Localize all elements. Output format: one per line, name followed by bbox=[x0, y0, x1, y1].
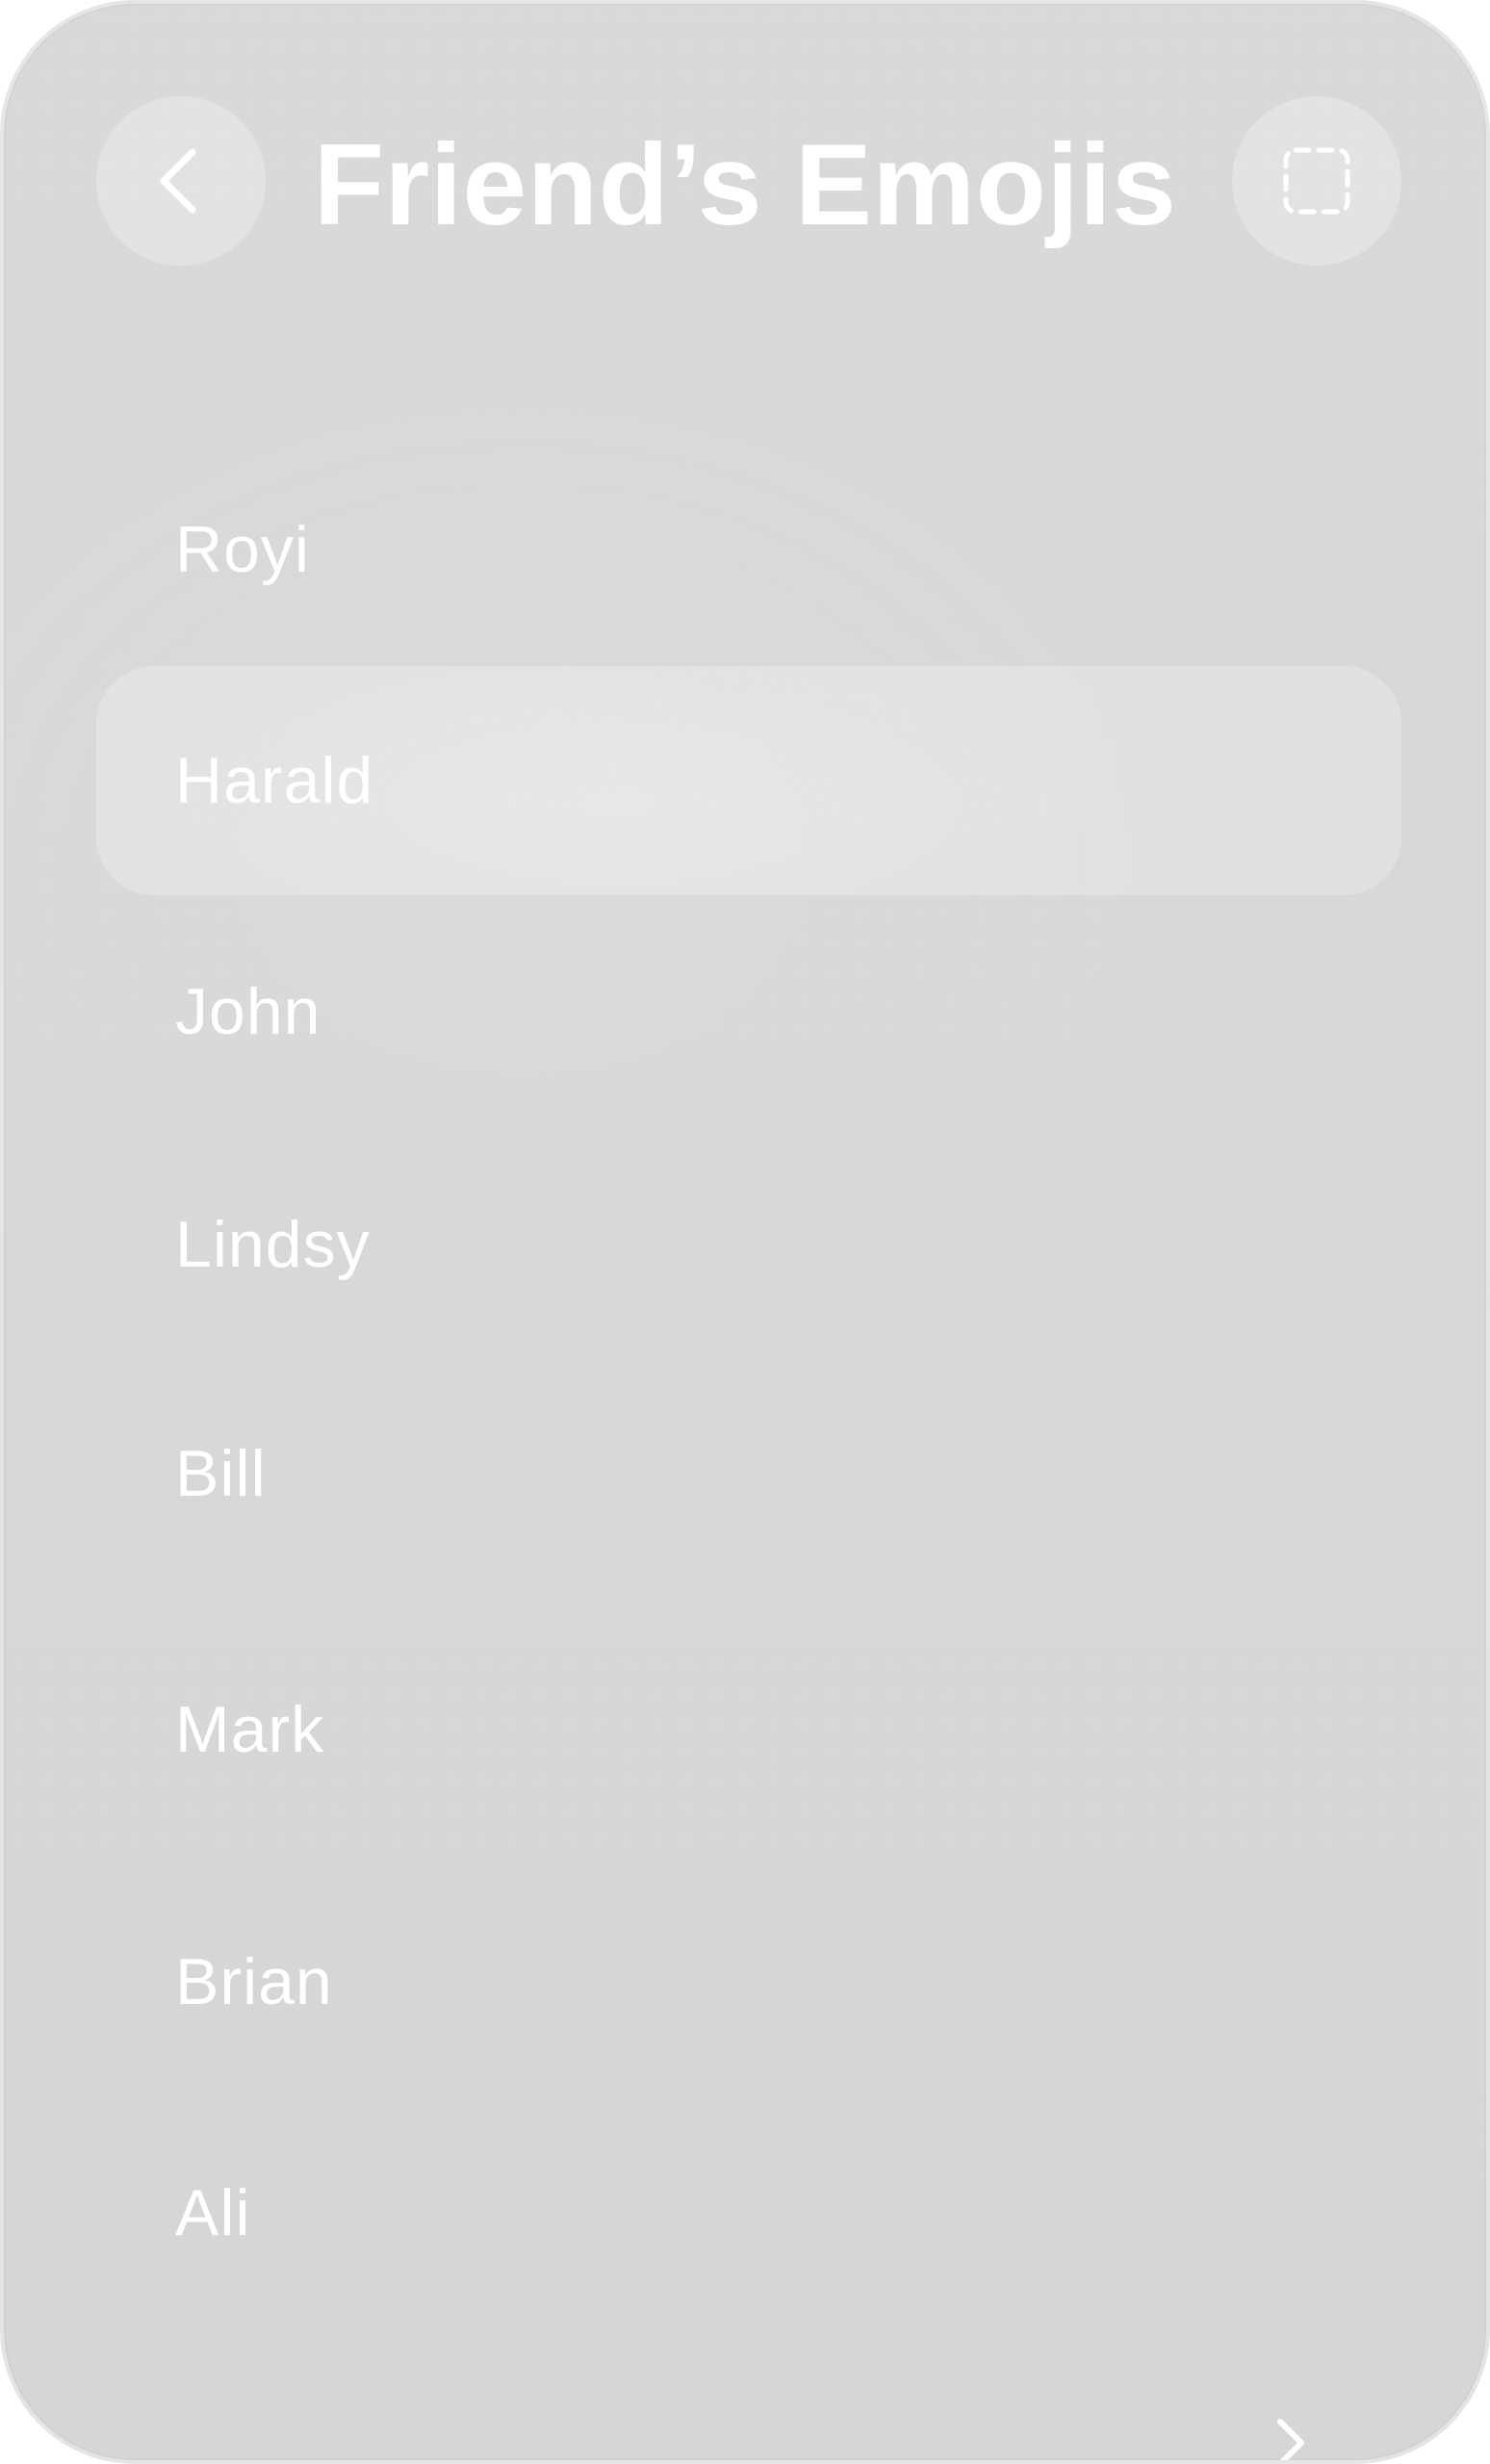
list-item-bill[interactable]: Bill bbox=[96, 1359, 1401, 1588]
list-item-label: John bbox=[175, 975, 321, 1048]
list-item-label: Harald bbox=[175, 744, 374, 817]
list-item-label: Lindsy bbox=[175, 1208, 371, 1281]
list-item-brian[interactable]: Brian bbox=[96, 1867, 1401, 2096]
dashed-selection-icon bbox=[1280, 144, 1353, 218]
header: Friend’s Emojis bbox=[4, 4, 1486, 350]
list-item-harald[interactable]: Harald bbox=[96, 666, 1401, 895]
list-item-mark[interactable]: Mark bbox=[96, 1615, 1401, 1844]
list-item-label: Bill bbox=[175, 1437, 267, 1510]
list-item-label: Mark bbox=[175, 1693, 325, 1766]
list-item-label: Royi bbox=[175, 513, 311, 586]
list-item-john[interactable]: John bbox=[96, 897, 1401, 1126]
chevron-right-icon[interactable] bbox=[1272, 2418, 1311, 2460]
select-button[interactable] bbox=[1232, 96, 1401, 266]
list-item-label: Brian bbox=[175, 1945, 333, 2018]
list-item-lindsy[interactable]: Lindsy bbox=[96, 1130, 1401, 1359]
list-item-ali[interactable]: Ali bbox=[96, 2098, 1401, 2327]
app-window: Friend’s Emojis Royi Harald John Lindsy … bbox=[0, 0, 1490, 2464]
list-item-label: Ali bbox=[175, 2176, 251, 2249]
list-item-royi[interactable]: Royi bbox=[96, 435, 1401, 664]
